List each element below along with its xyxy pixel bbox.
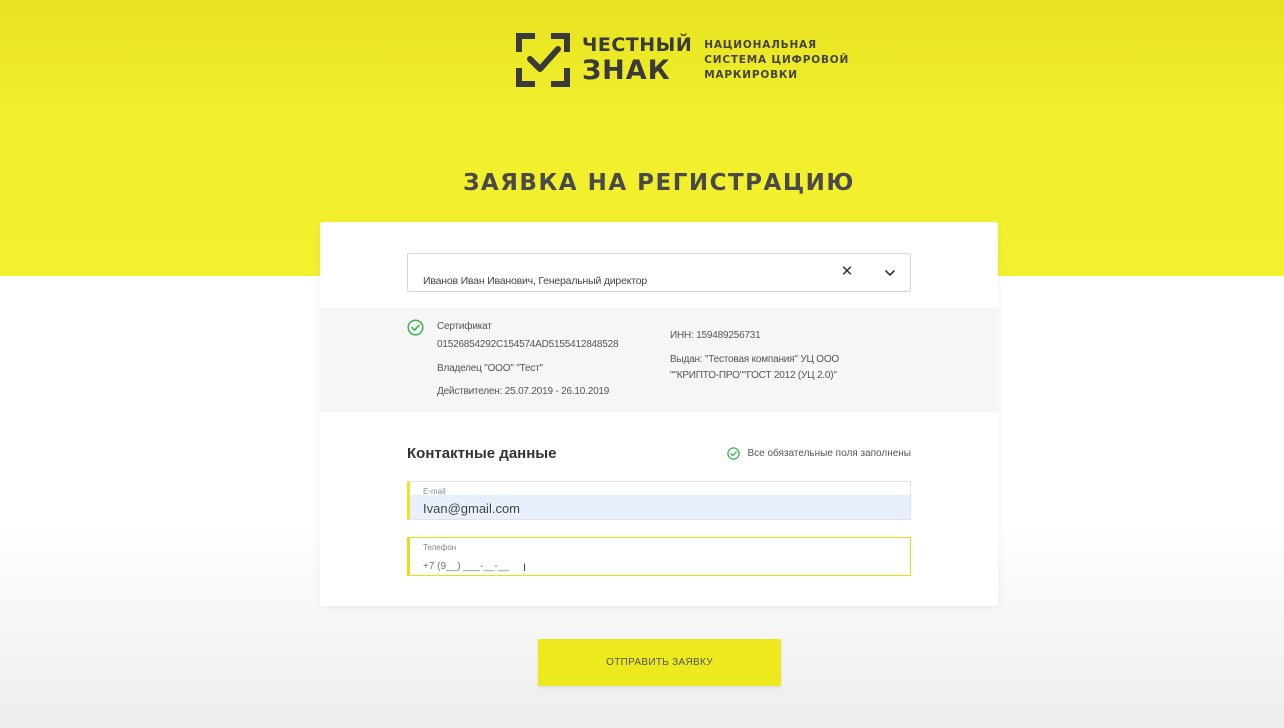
certificate-info: Сертификат 01526854292C154574AD515541284… (320, 308, 998, 412)
brand-tagline-line3: МАРКИРОВКИ (704, 68, 798, 81)
text-cursor-icon: I (523, 562, 527, 574)
certificate-number: 01526854292C154574AD5155412848528 (437, 339, 619, 350)
check-circle-icon (407, 319, 424, 336)
chevron-down-icon[interactable] (882, 265, 898, 281)
close-icon[interactable]: ✕ (839, 264, 855, 280)
certificate-issuer-line2: ""КРИПТО-ПРО""ГОСТ 2012 (УЦ 2.0)" (670, 370, 837, 381)
phone-field[interactable]: Телефон I (407, 537, 911, 576)
contacts-title: Контактные данные (407, 445, 557, 462)
validation-status-text: Все обязательные поля заполнены (747, 448, 911, 459)
brand-tagline-line2: СИСТЕМА ЦИФРОВОЙ (704, 53, 850, 66)
brand-logo: ЧЕСТНЫЙ ЗНАК НАЦИОНАЛЬНАЯ СИСТЕМА ЦИФРОВ… (514, 30, 849, 90)
submit-button[interactable]: ОТПРАВИТЬ ЗАЯВКУ (538, 639, 781, 686)
certificate-label: Сертификат (437, 321, 492, 332)
checkmark-frame-icon (516, 33, 570, 87)
brand-name-line2: ЗНАК (582, 55, 671, 86)
validation-status: Все обязательные поля заполнены (727, 447, 911, 460)
certificate-owner: Владелец "ООО" "Тест" (437, 363, 543, 374)
signer-select[interactable]: Иванов Иван Иванович, Генеральный директ… (407, 253, 911, 292)
brand-tagline-line1: НАЦИОНАЛЬНАЯ (704, 38, 817, 51)
phone-input[interactable] (423, 558, 673, 574)
email-field-label: E-mail (423, 487, 446, 496)
brand-name: ЧЕСТНЫЙ ЗНАК (582, 34, 693, 86)
certificate-validity: Действителен: 25.07.2019 - 26.10.2019 (437, 386, 610, 397)
email-field[interactable]: E-mail Ivan@gmail.com (407, 481, 911, 520)
certificate-inn: ИНН: 159489256731 (670, 330, 761, 341)
page-title: ЗАЯВКА НА РЕГИСТРАЦИЮ (463, 170, 855, 196)
registration-card: Иванов Иван Иванович, Генеральный директ… (320, 222, 998, 606)
signer-select-value: Иванов Иван Иванович, Генеральный директ… (423, 275, 647, 287)
brand-name-line1: ЧЕСТНЫЙ (582, 34, 693, 56)
brand-tagline: НАЦИОНАЛЬНАЯ СИСТЕМА ЦИФРОВОЙ МАРКИРОВКИ (704, 38, 849, 83)
check-circle-icon (727, 447, 741, 460)
certificate-issuer-line1: Выдан: "Тестовая компания" УЦ ООО (670, 354, 839, 365)
email-field-value[interactable]: Ivan@gmail.com (423, 501, 520, 516)
phone-field-label: Телефон (423, 543, 457, 552)
